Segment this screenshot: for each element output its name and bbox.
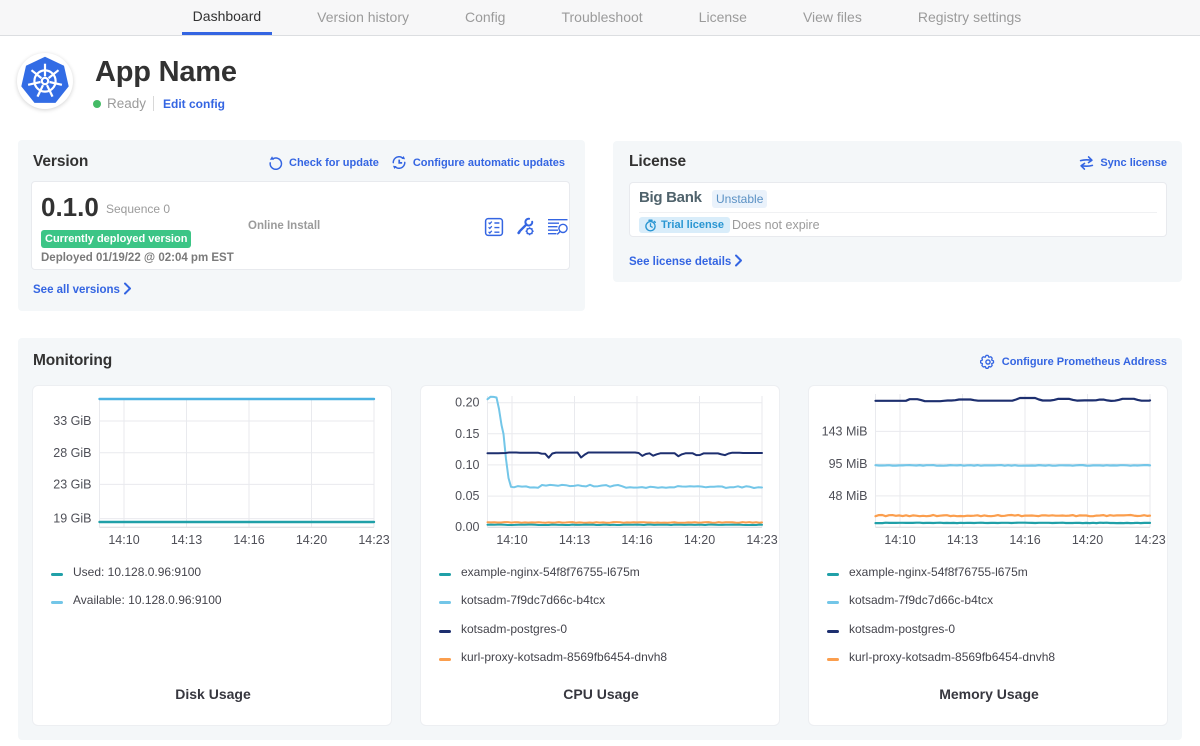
svg-text:14:13: 14:13 — [559, 533, 590, 547]
svg-text:14:20: 14:20 — [296, 533, 327, 547]
svg-text:23 GiB: 23 GiB — [53, 477, 91, 491]
svg-text:0.10: 0.10 — [455, 458, 479, 472]
svg-text:14:10: 14:10 — [884, 533, 915, 547]
svg-text:19 GiB: 19 GiB — [53, 512, 91, 526]
svg-text:0.00: 0.00 — [455, 520, 479, 534]
svg-text:0.15: 0.15 — [455, 427, 479, 441]
svg-text:143 MiB: 143 MiB — [822, 424, 868, 438]
svg-text:14:20: 14:20 — [1072, 533, 1103, 547]
svg-text:14:10: 14:10 — [108, 533, 139, 547]
svg-text:14:16: 14:16 — [233, 533, 264, 547]
svg-text:14:20: 14:20 — [684, 533, 715, 547]
svg-text:33 GiB: 33 GiB — [53, 414, 91, 428]
svg-text:14:10: 14:10 — [496, 533, 527, 547]
svg-text:14:23: 14:23 — [746, 533, 777, 547]
svg-text:14:13: 14:13 — [171, 533, 202, 547]
svg-text:95 MiB: 95 MiB — [829, 457, 868, 471]
svg-text:0.20: 0.20 — [455, 396, 479, 410]
svg-text:14:23: 14:23 — [358, 533, 389, 547]
svg-text:14:16: 14:16 — [1009, 533, 1040, 547]
svg-text:14:13: 14:13 — [947, 533, 978, 547]
svg-text:14:16: 14:16 — [621, 533, 652, 547]
svg-text:28 GiB: 28 GiB — [53, 446, 91, 460]
svg-text:48 MiB: 48 MiB — [829, 489, 868, 503]
svg-text:0.05: 0.05 — [455, 489, 479, 503]
svg-text:14:23: 14:23 — [1134, 533, 1165, 547]
